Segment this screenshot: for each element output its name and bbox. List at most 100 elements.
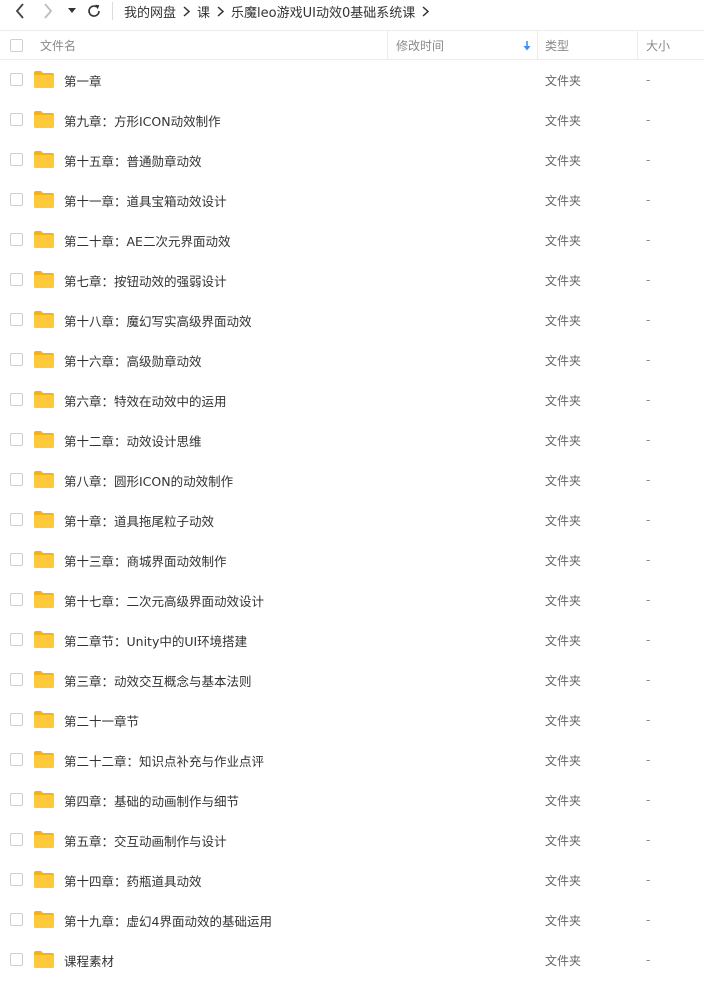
row-checkbox[interactable] [10, 193, 23, 206]
file-name[interactable]: 第四章：基础的动画制作与细节 [64, 780, 239, 820]
chevron-left-icon[interactable] [10, 0, 30, 22]
file-name[interactable]: 第十八章：魔幻写实高级界面动效 [64, 300, 252, 340]
file-name[interactable]: 第十一章：道具宝箱动效设计 [64, 180, 227, 220]
row-checkbox[interactable] [10, 953, 23, 966]
file-row[interactable]: 第六章：特效在动效中的运用 文件夹 - [0, 380, 704, 420]
file-name[interactable]: 课程素材 [64, 940, 114, 980]
chevron-right-icon[interactable] [422, 5, 430, 17]
file-row[interactable]: 第十一章：道具宝箱动效设计 文件夹 - [0, 180, 704, 220]
file-name[interactable]: 第十五章：普通勋章动效 [64, 140, 202, 180]
file-name[interactable]: 第五章：交互动画制作与设计 [64, 820, 227, 860]
row-checkbox[interactable] [10, 913, 23, 926]
file-type: 文件夹 [545, 113, 582, 128]
file-row[interactable]: 第十五章：普通勋章动效 文件夹 - [0, 140, 704, 180]
file-size: - [646, 433, 651, 447]
file-name[interactable]: 第一章 [64, 60, 102, 100]
row-checkbox[interactable] [10, 793, 23, 806]
file-row[interactable]: 第四章：基础的动画制作与细节 文件夹 - [0, 780, 704, 820]
folder-icon [33, 390, 55, 409]
file-row[interactable]: 第七章：按钮动效的强弱设计 文件夹 - [0, 260, 704, 300]
column-divider[interactable] [387, 31, 388, 59]
breadcrumb-item-current-folder[interactable]: 乐魔leo游戏UI动效0基础系统课 [231, 2, 415, 21]
row-checkbox[interactable] [10, 553, 23, 566]
file-name[interactable]: 第十四章：药瓶道具动效 [64, 860, 202, 900]
folder-icon [33, 350, 55, 369]
file-size: - [646, 273, 651, 287]
row-checkbox[interactable] [10, 433, 23, 446]
file-name[interactable]: 第十九章：虚幻4界面动效的基础运用 [64, 900, 272, 940]
file-row[interactable]: 第五章：交互动画制作与设计 文件夹 - [0, 820, 704, 860]
file-row[interactable]: 第十八章：魔幻写实高级界面动效 文件夹 - [0, 300, 704, 340]
row-checkbox[interactable] [10, 753, 23, 766]
row-checkbox[interactable] [10, 233, 23, 246]
file-row[interactable]: 第一章 文件夹 - [0, 60, 704, 100]
row-checkbox[interactable] [10, 513, 23, 526]
file-row[interactable]: 课程素材 文件夹 - [0, 940, 704, 980]
folder-icon [33, 270, 55, 289]
column-divider[interactable] [637, 31, 638, 59]
file-row[interactable]: 第十章：道具拖尾粒子动效 文件夹 - [0, 500, 704, 540]
file-name[interactable]: 第二章节：Unity中的UI环境搭建 [64, 620, 247, 660]
select-all-checkbox[interactable] [10, 31, 23, 59]
file-name[interactable]: 第二十章：AE二次元界面动效 [64, 220, 230, 260]
row-checkbox[interactable] [10, 473, 23, 486]
file-row[interactable]: 第十六章：高级勋章动效 文件夹 - [0, 340, 704, 380]
row-checkbox[interactable] [10, 873, 23, 886]
row-checkbox[interactable] [10, 153, 23, 166]
file-row[interactable]: 第十九章：虚幻4界面动效的基础运用 文件夹 - [0, 900, 704, 940]
file-size: - [646, 953, 651, 967]
breadcrumb-item-my-drive[interactable]: 我的网盘 [124, 2, 176, 21]
file-size: - [646, 73, 651, 87]
file-row[interactable]: 第八章：圆形ICON的动效制作 文件夹 - [0, 460, 704, 500]
file-name[interactable]: 第十二章：动效设计思维 [64, 420, 202, 460]
file-name[interactable]: 第九章：方形ICON动效制作 [64, 100, 221, 140]
column-header-name[interactable]: 文件名 [40, 31, 76, 59]
file-row[interactable]: 第九章：方形ICON动效制作 文件夹 - [0, 100, 704, 140]
row-checkbox[interactable] [10, 593, 23, 606]
file-name[interactable]: 第七章：按钮动效的强弱设计 [64, 260, 227, 300]
column-divider[interactable] [537, 31, 538, 59]
breadcrumb-item-course[interactable]: 课 [197, 2, 210, 21]
caret-down-icon[interactable] [64, 0, 80, 22]
file-name[interactable]: 第十七章：二次元高级界面动效设计 [64, 580, 264, 620]
column-header-size[interactable]: 大小 [646, 31, 670, 59]
row-checkbox[interactable] [10, 113, 23, 126]
column-header-type[interactable]: 类型 [545, 31, 569, 59]
row-checkbox[interactable] [10, 73, 23, 86]
file-size: - [646, 873, 651, 887]
row-checkbox[interactable] [10, 833, 23, 846]
row-checkbox[interactable] [10, 713, 23, 726]
row-checkbox[interactable] [10, 633, 23, 646]
file-name[interactable]: 第八章：圆形ICON的动效制作 [64, 460, 233, 500]
breadcrumb: 我的网盘 课 乐魔leo游戏UI动效0基础系统课 [124, 0, 436, 22]
file-name[interactable]: 第二十二章：知识点补充与作业点评 [64, 740, 264, 780]
row-checkbox[interactable] [10, 353, 23, 366]
row-checkbox[interactable] [10, 313, 23, 326]
file-row[interactable]: 第十七章：二次元高级界面动效设计 文件夹 - [0, 580, 704, 620]
file-name[interactable]: 第十六章：高级勋章动效 [64, 340, 202, 380]
file-row[interactable]: 第二十二章：知识点补充与作业点评 文件夹 - [0, 740, 704, 780]
file-row[interactable]: 第十四章：药瓶道具动效 文件夹 - [0, 860, 704, 900]
row-checkbox[interactable] [10, 273, 23, 286]
file-row[interactable]: 第二十一章节 文件夹 - [0, 700, 704, 740]
file-name[interactable]: 第二十一章节 [64, 700, 139, 740]
file-row[interactable]: 第二十章：AE二次元界面动效 文件夹 - [0, 220, 704, 260]
file-size: - [646, 633, 651, 647]
chevron-right-icon[interactable] [38, 0, 58, 22]
folder-icon [33, 910, 55, 929]
column-header-modified[interactable]: 修改时间 [396, 31, 444, 59]
file-name[interactable]: 第六章：特效在动效中的运用 [64, 380, 227, 420]
file-name[interactable]: 第十三章：商城界面动效制作 [64, 540, 227, 580]
folder-icon [33, 190, 55, 209]
row-checkbox[interactable] [10, 393, 23, 406]
file-row[interactable]: 第十三章：商城界面动效制作 文件夹 - [0, 540, 704, 580]
file-type: 文件夹 [545, 553, 582, 568]
file-name[interactable]: 第三章：动效交互概念与基本法则 [64, 660, 252, 700]
refresh-icon[interactable] [84, 0, 104, 22]
row-checkbox[interactable] [10, 673, 23, 686]
file-name[interactable]: 第十章：道具拖尾粒子动效 [64, 500, 214, 540]
file-row[interactable]: 第十二章：动效设计思维 文件夹 - [0, 420, 704, 460]
folder-icon [33, 750, 55, 769]
file-row[interactable]: 第二章节：Unity中的UI环境搭建 文件夹 - [0, 620, 704, 660]
file-row[interactable]: 第三章：动效交互概念与基本法则 文件夹 - [0, 660, 704, 700]
